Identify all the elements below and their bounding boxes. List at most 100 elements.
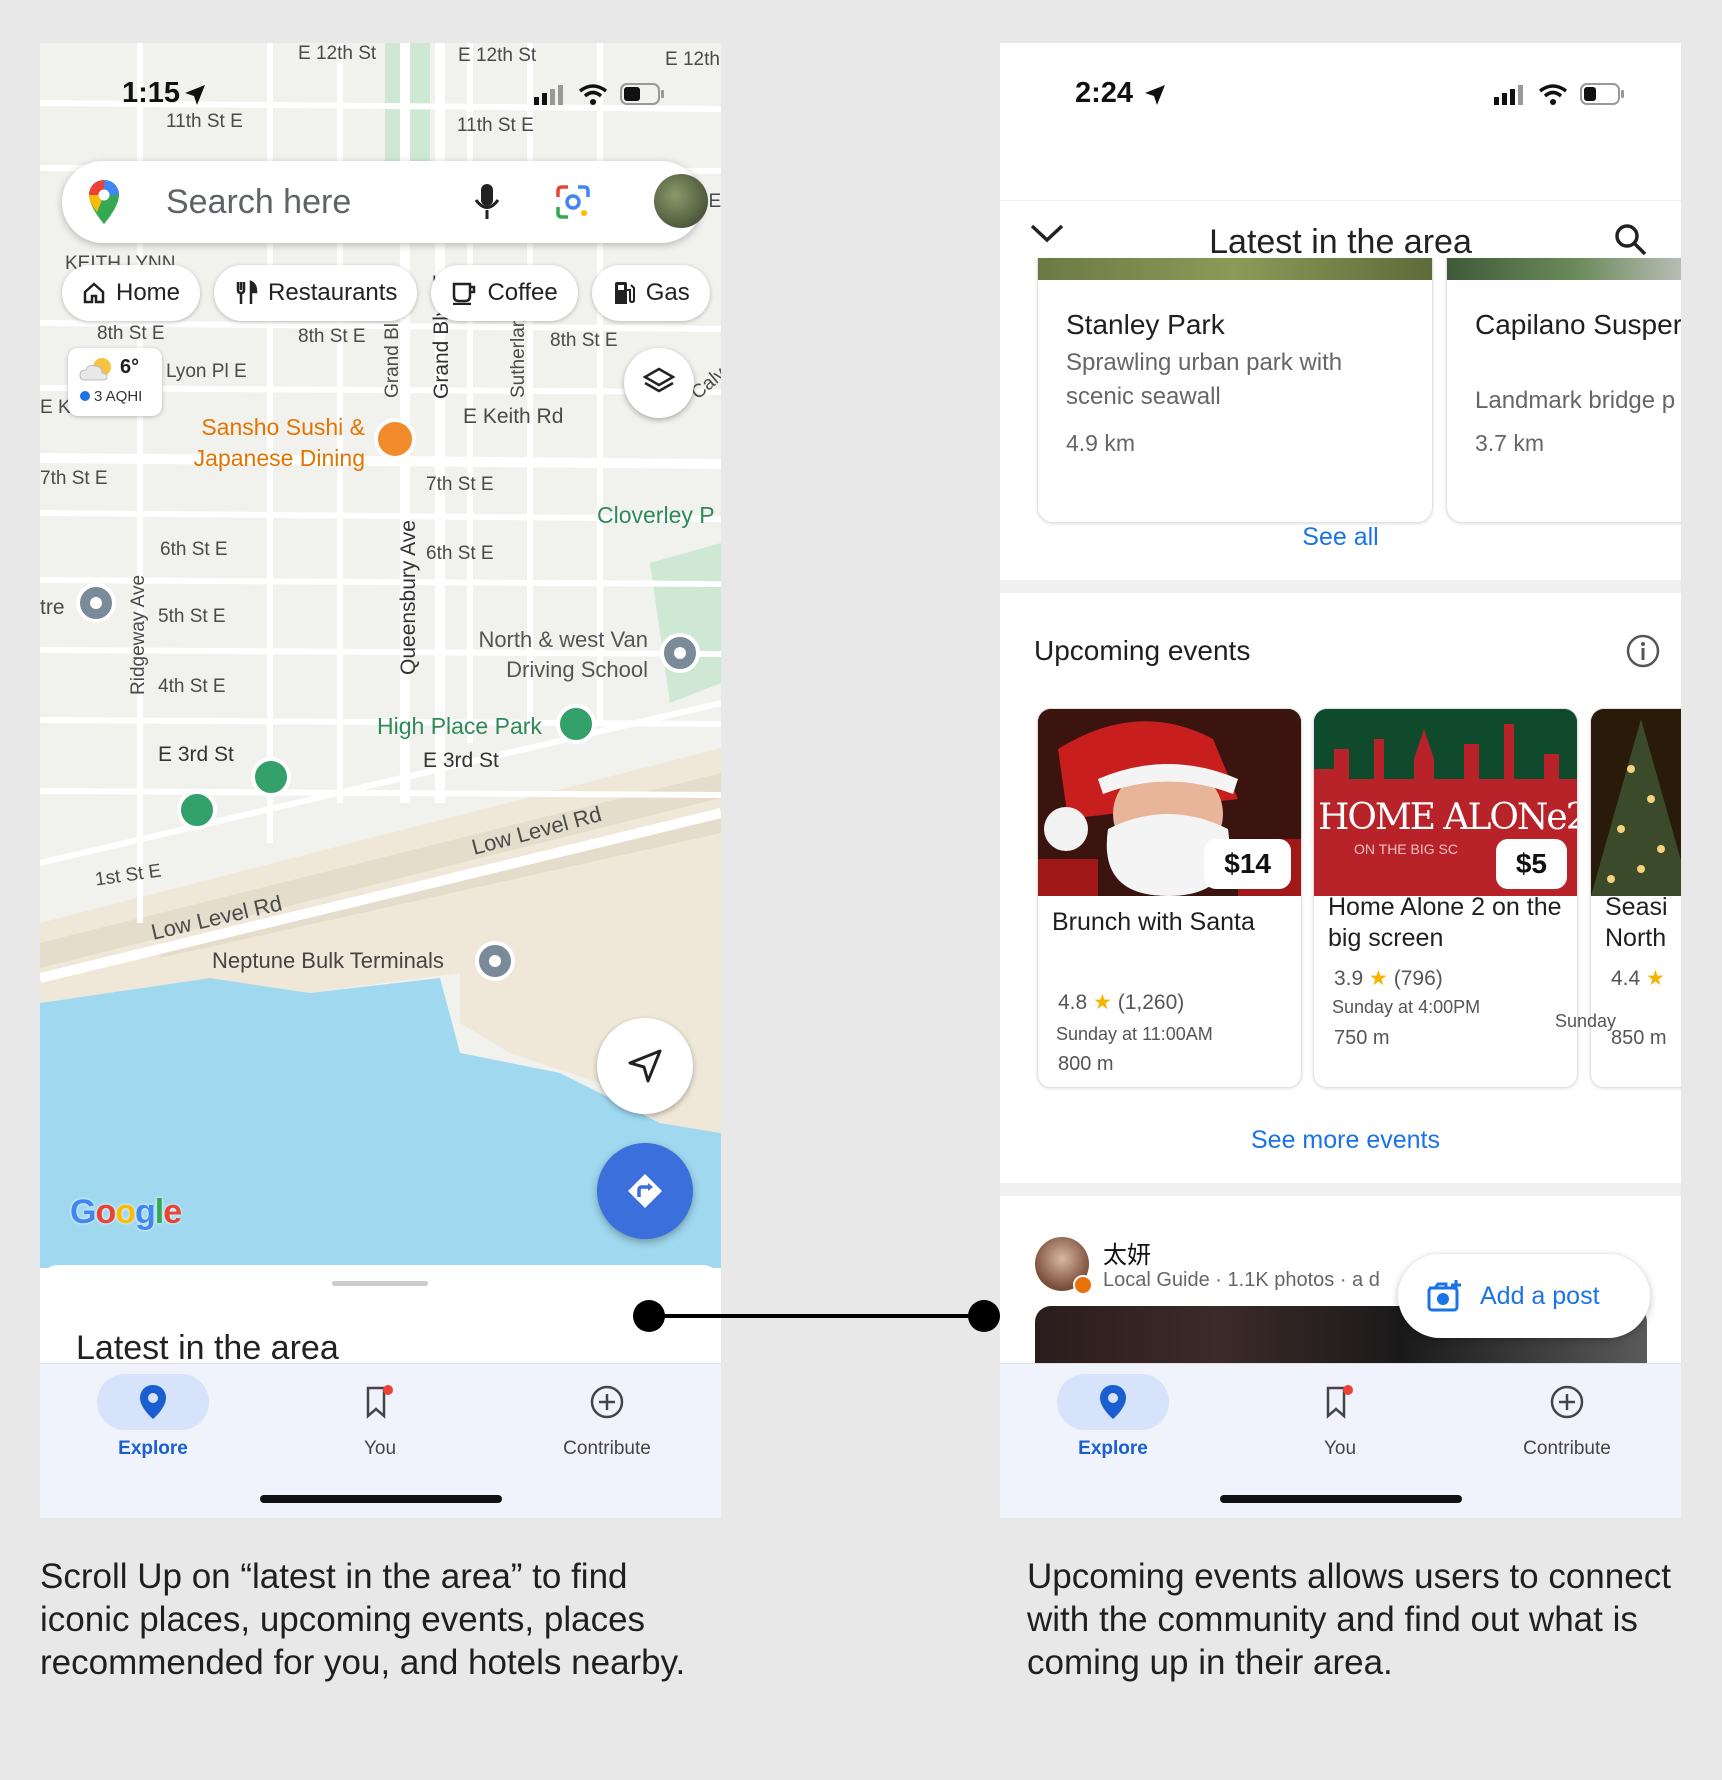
category-chips: Home Restaurants Coffee Gas — [62, 265, 710, 321]
place-label-neptune[interactable]: Neptune Bulk Terminals — [212, 948, 444, 974]
status-icons — [1494, 83, 1626, 105]
google-lens-icon[interactable] — [554, 183, 592, 221]
add-post-button[interactable]: Add a post — [1398, 1254, 1650, 1338]
nav-label: Contribute — [1523, 1438, 1611, 1459]
street-label: E K — [40, 397, 71, 418]
nav-you[interactable]: You — [1270, 1374, 1410, 1460]
wifi-icon — [1538, 84, 1568, 105]
gas-station-icon — [614, 282, 635, 304]
place-card-stanley-park[interactable]: Stanley Park Sprawling urban park with s… — [1037, 258, 1433, 523]
place-label-driving-school[interactable]: North & west Van Driving School — [448, 625, 648, 685]
chip-restaurants[interactable]: Restaurants — [214, 265, 418, 321]
event-distance: 850 m — [1611, 1027, 1667, 1049]
search-input[interactable]: Search here — [166, 183, 351, 222]
navigation-arrow-icon — [628, 1049, 662, 1083]
directions-icon — [628, 1174, 662, 1208]
chip-label: Gas — [645, 279, 690, 306]
event-name: Seasi North — [1605, 893, 1668, 952]
coffee-icon — [453, 282, 476, 305]
sheet-title: Latest in the area — [76, 1329, 339, 1365]
connector-dot — [633, 1300, 665, 1332]
price-badge: $5 — [1495, 839, 1567, 889]
connector-dot — [968, 1300, 1000, 1332]
event-card[interactable]: HOME ALONe2 ON THE BIG SC $5 Home Alone … — [1313, 708, 1578, 1088]
caption-left: Scroll Up on “latest in the area” to fin… — [40, 1557, 686, 1682]
section-divider — [1000, 580, 1681, 593]
event-name: Brunch with Santa — [1052, 908, 1255, 936]
place-name: Capilano Susper Bridge Park — [1475, 309, 1681, 340]
chip-coffee[interactable]: Coffee — [431, 265, 578, 321]
location-arrow-icon — [185, 85, 205, 105]
see-all-link[interactable]: See all — [1000, 523, 1681, 552]
chip-home[interactable]: Home — [62, 265, 201, 321]
home-indicator[interactable] — [1220, 1495, 1462, 1503]
my-location-button[interactable] — [597, 1018, 693, 1114]
see-more-events-link[interactable]: See more events — [1010, 1126, 1681, 1155]
street-label: 7th St E — [40, 468, 108, 489]
layers-button[interactable] — [624, 348, 694, 418]
status-time: 1:15 — [122, 77, 181, 109]
street-label: E 3rd St — [158, 743, 234, 766]
battery-icon — [620, 83, 664, 105]
nav-label: Explore — [1078, 1438, 1148, 1459]
google-logo: Google — [70, 1193, 182, 1231]
street-label: Grand Bl — [382, 323, 403, 398]
post-meta: Local Guide · 1.1K photos · a d — [1103, 1269, 1380, 1291]
event-distance: 750 m — [1334, 1027, 1390, 1049]
author-avatar[interactable] — [1035, 1237, 1093, 1295]
status-bar: 2:24 — [1000, 43, 1681, 143]
poster-subtitle: ON THE BIG SC — [1354, 841, 1458, 857]
street-label: 7th St E — [426, 474, 494, 495]
price-badge: $14 — [1204, 839, 1291, 889]
event-time: Sunday at 4:00PM — [1332, 997, 1481, 1017]
google-maps-pin-icon — [89, 180, 119, 224]
home-indicator[interactable] — [260, 1495, 502, 1503]
right-phone-screen: 2:24 Latest in the area Stanley Park Spr… — [1000, 43, 1681, 1518]
connector-line — [649, 1314, 985, 1318]
event-image — [1591, 709, 1681, 896]
add-circle-icon — [1550, 1385, 1584, 1419]
status-bar: 1:15 — [40, 43, 721, 143]
weather-temperature: 6° — [120, 356, 140, 378]
directions-button[interactable] — [597, 1143, 693, 1239]
layers-icon — [642, 367, 676, 393]
microphone-icon[interactable] — [474, 183, 500, 221]
event-card[interactable]: $14 Brunch with Santa 4.8 ★ (1,260) Sund… — [1037, 708, 1302, 1088]
status-time: 2:24 — [1075, 77, 1134, 109]
weather-widget[interactable]: 6° 3 AQHI — [68, 348, 162, 416]
wifi-icon — [578, 84, 608, 105]
place-description: Landmark bridge p — [1475, 387, 1676, 414]
event-name: Home Alone 2 on the big screen — [1328, 893, 1562, 952]
place-distance: 4.9 km — [1066, 430, 1136, 456]
place-label-cloverley[interactable]: Cloverley P — [597, 502, 715, 529]
event-image: $14 — [1038, 709, 1301, 896]
bottom-sheet[interactable]: Latest in the area — [40, 1265, 721, 1365]
profile-avatar[interactable] — [654, 174, 708, 228]
air-quality-index: 3 AQHI — [80, 388, 142, 405]
explore-pin-icon — [1100, 1385, 1126, 1419]
street-label: 6th St E — [426, 543, 494, 564]
nav-explore[interactable]: Explore — [83, 1374, 223, 1460]
chip-gas[interactable]: Gas — [591, 265, 710, 321]
add-circle-icon — [590, 1385, 624, 1419]
add-photo-icon — [1427, 1280, 1461, 1312]
nav-contribute[interactable]: Contribute — [537, 1374, 677, 1460]
place-label-high-place-park[interactable]: High Place Park — [377, 713, 542, 740]
place-distance: 3.7 km — [1475, 430, 1545, 456]
nav-label: Explore — [118, 1438, 188, 1459]
nav-you[interactable]: You — [310, 1374, 450, 1460]
location-arrow-icon — [1145, 85, 1165, 105]
street-label: Sutherlar — [508, 320, 529, 398]
sheet-drag-handle[interactable] — [332, 1281, 428, 1286]
street-label: 5th St E — [158, 606, 226, 627]
nav-contribute[interactable]: Contribute — [1497, 1374, 1637, 1460]
nav-explore[interactable]: Explore — [1043, 1374, 1183, 1460]
place-label-sushi[interactable]: Sansho Sushi & Japanese Dining — [180, 412, 365, 474]
search-icon[interactable] — [1614, 223, 1648, 257]
place-card-capilano[interactable]: Capilano Susper Bridge Park Landmark bri… — [1446, 258, 1681, 523]
search-bar[interactable]: Search here — [62, 161, 708, 243]
info-icon[interactable] — [1625, 633, 1661, 669]
status-icons — [534, 83, 666, 105]
event-distance: 800 m — [1058, 1053, 1114, 1075]
street-label: 8th St E — [298, 326, 366, 347]
